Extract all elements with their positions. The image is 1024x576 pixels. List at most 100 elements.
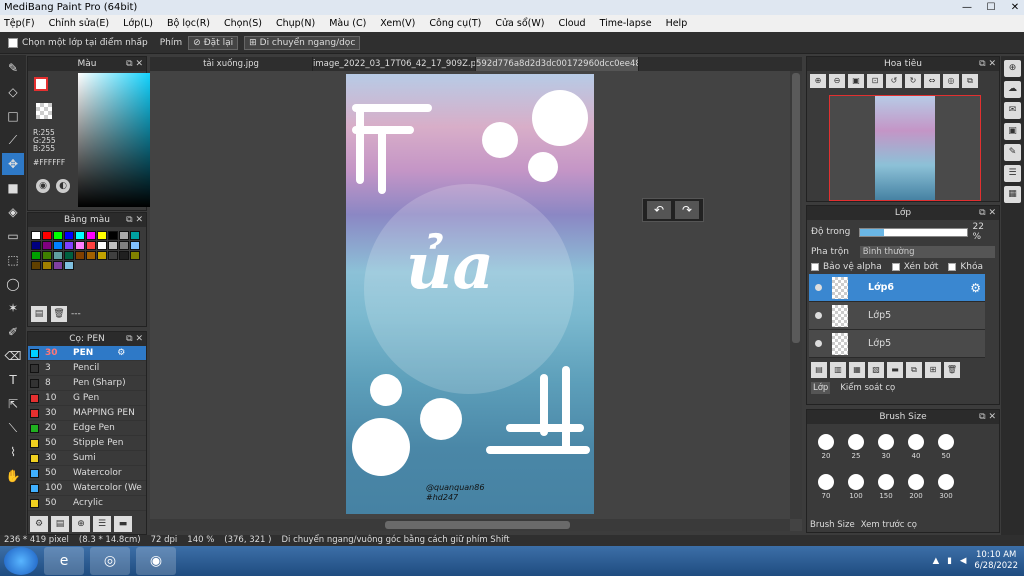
minimize-icon[interactable]: — bbox=[960, 0, 974, 15]
opacity-slider[interactable] bbox=[859, 227, 968, 237]
medibang-taskbar-icon[interactable]: ◉ bbox=[136, 547, 176, 575]
layer-row[interactable]: Lớp5 bbox=[809, 330, 985, 358]
operation-tool-icon[interactable]: ⇱ bbox=[2, 393, 24, 415]
palette-swatch[interactable] bbox=[53, 241, 63, 250]
new-halftone-layer-icon[interactable]: ▥ bbox=[830, 362, 846, 378]
add-palette-color-icon[interactable]: ▤ bbox=[31, 306, 47, 322]
brush-size-option[interactable]: 200 bbox=[901, 468, 931, 506]
network-icon[interactable]: ▮ bbox=[947, 556, 952, 566]
clip-checkbox[interactable] bbox=[891, 263, 900, 271]
canvas-vertical-scrollbar[interactable] bbox=[790, 71, 802, 519]
document-tab[interactable]: image_2022_03_17T06_42_17_909Z.png bbox=[313, 57, 476, 71]
palette-swatch[interactable] bbox=[64, 251, 74, 260]
panel-pin-close-icon[interactable]: ⧉ ✕ bbox=[979, 206, 996, 220]
move-direction-button[interactable]: ⊞ Di chuyển ngang/dọc bbox=[244, 35, 361, 50]
brush-item[interactable]: 8 Pen (Sharp) bbox=[28, 376, 146, 391]
menu-item[interactable]: Bộ lọc(R) bbox=[167, 18, 210, 29]
chrome-taskbar-icon[interactable]: ◎ bbox=[90, 547, 130, 575]
palette-swatch[interactable] bbox=[108, 251, 118, 260]
brush-size-option[interactable]: 300 bbox=[931, 468, 961, 506]
palette-swatch[interactable] bbox=[75, 231, 85, 240]
palette-swatch[interactable] bbox=[64, 241, 74, 250]
document-tab[interactable]: 592d776a8d2d3dc00172960dcc0ee489.jpg bbox=[476, 57, 639, 71]
brush-size-option[interactable]: 150 bbox=[871, 468, 901, 506]
redo-icon[interactable]: ↷ bbox=[675, 201, 699, 219]
pen-pressure-icon[interactable]: ✎ bbox=[1004, 144, 1021, 161]
saturation-value-picker[interactable] bbox=[78, 73, 156, 207]
panel-pin-close-icon[interactable]: ⧉ ✕ bbox=[979, 410, 996, 424]
move-tool-icon[interactable]: ✥ bbox=[2, 153, 24, 175]
artwork-canvas[interactable]: ủa @quanquan86 #hd247 bbox=[346, 74, 594, 514]
palette-swatch[interactable] bbox=[31, 241, 41, 250]
brush-item[interactable]: 30 MAPPING PEN bbox=[28, 406, 146, 421]
canvas-horizontal-scrollbar[interactable] bbox=[150, 519, 790, 531]
explorer-taskbar-icon[interactable]: e bbox=[44, 547, 84, 575]
navigator-extra-icon[interactable]: ⧉ bbox=[962, 74, 978, 88]
tab-brush-size[interactable]: Brush Size bbox=[810, 520, 855, 530]
select-tool-icon[interactable]: ⬚ bbox=[2, 249, 24, 271]
fit-window-icon[interactable]: ▣ bbox=[848, 74, 864, 88]
palette-swatch[interactable] bbox=[53, 251, 63, 260]
material-icon[interactable]: ▣ bbox=[1004, 123, 1021, 140]
menu-item[interactable]: Màu (C) bbox=[329, 18, 366, 29]
canvas-area[interactable]: ủa @quanquan86 #hd247 bbox=[150, 71, 802, 531]
text-tool-icon[interactable]: T bbox=[2, 369, 24, 391]
brush-item[interactable]: 50 Stipple Pen bbox=[28, 436, 146, 451]
menu-item[interactable]: Lớp(L) bbox=[123, 18, 153, 29]
panel-pin-close-icon[interactable]: ⧉ ✕ bbox=[126, 213, 143, 227]
select-eraser-tool-icon[interactable]: ⌫ bbox=[2, 345, 24, 367]
new-brush-icon[interactable]: ▤ bbox=[51, 516, 69, 532]
tray-arrow-icon[interactable]: ▲ bbox=[933, 556, 940, 566]
brush-item[interactable]: 30 PEN ⚙ bbox=[28, 346, 146, 361]
layer-visibility-icon[interactable] bbox=[815, 340, 822, 347]
brush-size-option[interactable]: 50 bbox=[931, 428, 961, 466]
palette-swatch[interactable] bbox=[86, 251, 96, 260]
eraser-tool-icon[interactable]: ◇ bbox=[2, 81, 24, 103]
vertical-scroll-thumb[interactable] bbox=[792, 73, 800, 343]
palette-swatch[interactable] bbox=[119, 231, 129, 240]
protect-alpha-checkbox[interactable] bbox=[811, 263, 819, 271]
new-layer-icon[interactable]: ▤ bbox=[811, 362, 827, 378]
lock-checkbox[interactable] bbox=[948, 263, 957, 271]
brush-settings-icon[interactable]: ⚙ bbox=[30, 516, 48, 532]
delete-layer-icon[interactable]: 🗑 bbox=[944, 362, 960, 378]
reset-button[interactable]: ⊘ Đặt lại bbox=[188, 35, 239, 50]
gradient-tool-icon[interactable]: ▭ bbox=[2, 225, 24, 247]
reset-view-icon[interactable]: ◎ bbox=[943, 74, 959, 88]
brush-properties-icon[interactable]: ☰ bbox=[93, 516, 111, 532]
close-icon[interactable]: ✕ bbox=[1008, 0, 1022, 15]
new-8bit-layer-icon[interactable]: ▦ bbox=[849, 362, 865, 378]
layer-property-icon[interactable]: ☰ bbox=[1004, 165, 1021, 182]
line-tool-icon[interactable]: ⟋ bbox=[2, 129, 24, 151]
brush-size-option[interactable]: 20 bbox=[811, 428, 841, 466]
layer-row[interactable]: Lớp6 ⚙ bbox=[809, 274, 985, 302]
brush-size-option[interactable]: 40 bbox=[901, 428, 931, 466]
transparent-color-swatch[interactable] bbox=[36, 103, 52, 119]
delete-palette-color-icon[interactable]: 🗑 bbox=[51, 306, 67, 322]
palette-swatch[interactable] bbox=[97, 251, 107, 260]
brush-item[interactable]: 30 Sumi bbox=[28, 451, 146, 466]
new-1bit-layer-icon[interactable]: ▧ bbox=[868, 362, 884, 378]
tab-brush-preview[interactable]: Xem trước cọ bbox=[861, 520, 917, 530]
palette-swatch[interactable] bbox=[119, 251, 129, 260]
zoom-in-icon[interactable]: ⊕ bbox=[810, 74, 826, 88]
brush-size-option[interactable]: 30 bbox=[871, 428, 901, 466]
foreground-color-swatch[interactable] bbox=[34, 77, 48, 91]
undo-icon[interactable]: ↶ bbox=[647, 201, 671, 219]
start-button[interactable] bbox=[4, 547, 38, 575]
grid-icon[interactable]: ▦ bbox=[1004, 186, 1021, 203]
brush-item[interactable]: 10 G Pen bbox=[28, 391, 146, 406]
magic-wand-tool-icon[interactable]: ✶ bbox=[2, 297, 24, 319]
merge-layer-icon[interactable]: ⊞ bbox=[925, 362, 941, 378]
divide-tool-icon[interactable]: ⟍ bbox=[2, 417, 24, 439]
palette-swatch[interactable] bbox=[64, 231, 74, 240]
duplicate-layer-icon[interactable]: ⧉ bbox=[906, 362, 922, 378]
brush-item[interactable]: 20 Edge Pen bbox=[28, 421, 146, 436]
color-palette-icon[interactable]: ◐ bbox=[56, 179, 70, 193]
palette-swatch[interactable] bbox=[130, 231, 140, 240]
palette-swatch[interactable] bbox=[130, 241, 140, 250]
clock[interactable]: 10:10 AM 6/28/2022 bbox=[974, 550, 1018, 572]
flip-icon[interactable]: ⇔ bbox=[924, 74, 940, 88]
palette-swatch[interactable] bbox=[108, 241, 118, 250]
volume-icon[interactable]: ◀ bbox=[960, 556, 967, 566]
